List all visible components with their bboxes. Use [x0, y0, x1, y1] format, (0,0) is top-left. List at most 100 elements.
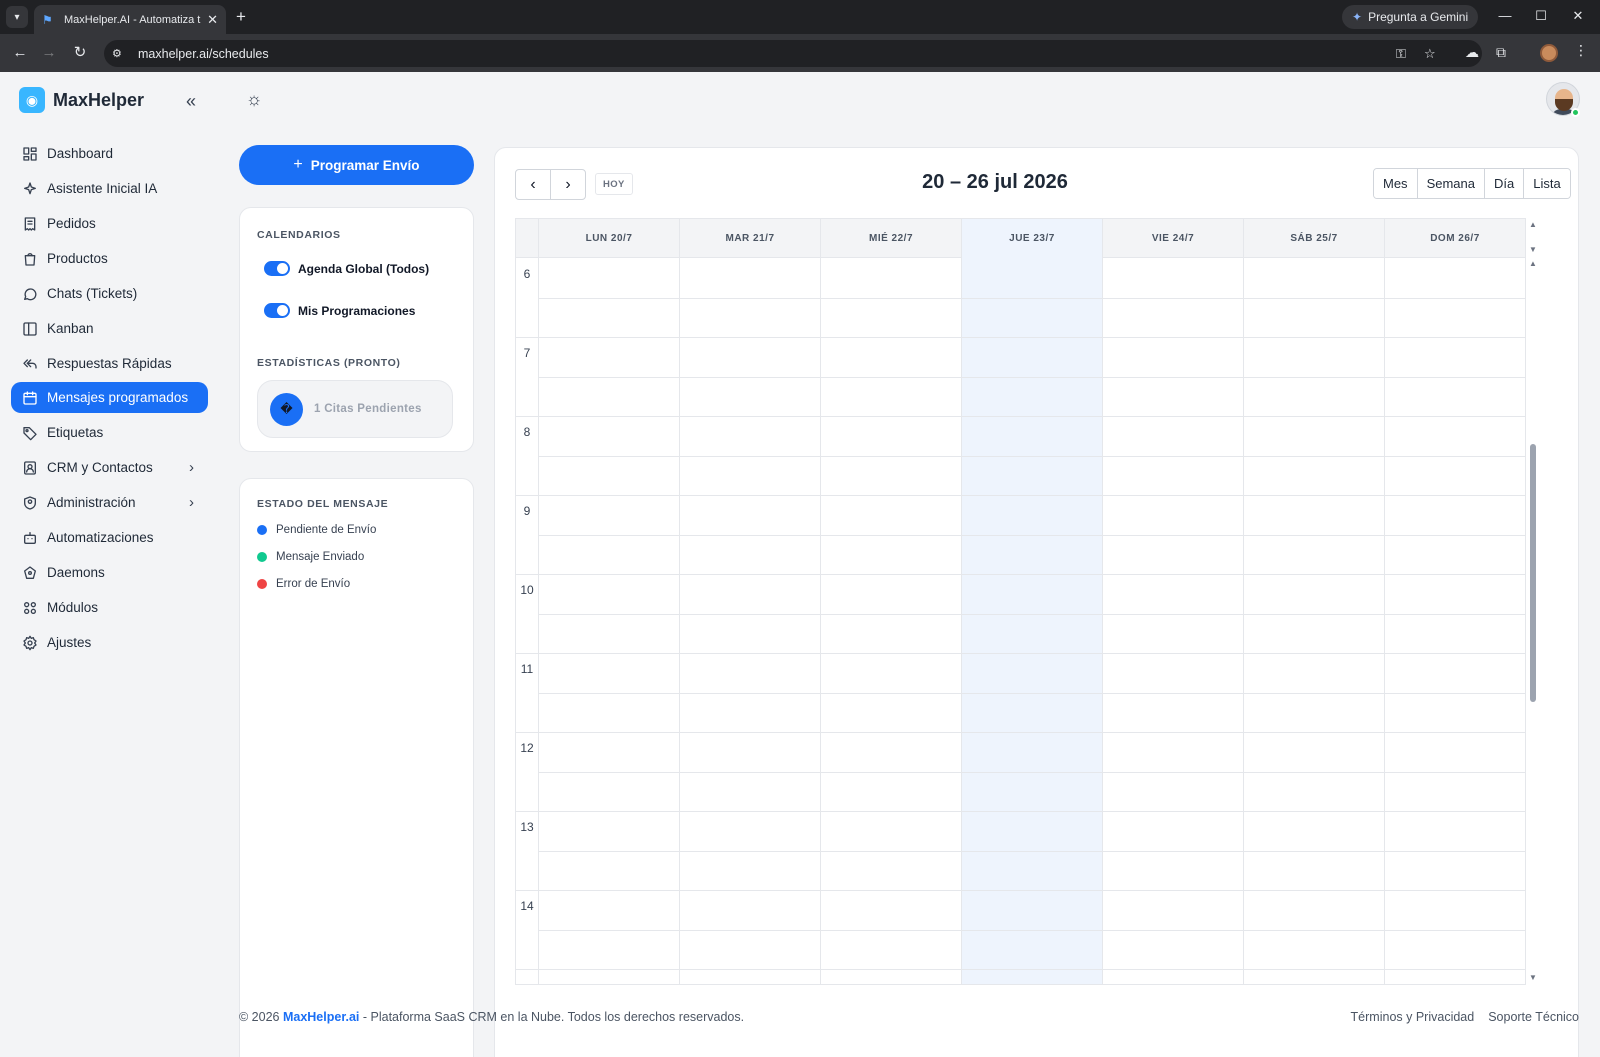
online-status-dot	[1571, 108, 1580, 117]
collapse-sidebar-icon[interactable]: «	[186, 91, 196, 112]
footer: © 2026 MaxHelper.ai - Plataforma SaaS CR…	[239, 1010, 1579, 1030]
stat-placeholder-icon: �	[270, 392, 303, 426]
plus-icon: +	[293, 156, 303, 173]
cloud-extension-icon[interactable]: ☁	[1465, 44, 1479, 61]
week-time-grid[interactable]: LUN 20/7 MAR 21/7 MIÉ 22/7 JUE 23/7 VIE 24/7…	[515, 218, 1526, 985]
today-button[interactable]: HOY	[595, 173, 633, 195]
day-column-divider	[820, 219, 821, 984]
back-icon[interactable]: ←	[11, 44, 29, 62]
scroll-down-icon[interactable]: ▼	[1529, 973, 1537, 982]
day-column-divider	[961, 219, 962, 984]
browser-tab[interactable]: ⚑ MaxHelper.AI - Automatiza tu ✕	[34, 5, 226, 34]
day-header[interactable]: JUE 23/7	[961, 219, 1102, 258]
sidebar-item-respuestas[interactable]: Respuestas Rápidas	[11, 348, 208, 379]
view-list-button[interactable]: Lista	[1523, 169, 1570, 198]
view-day-button[interactable]: Día	[1483, 169, 1524, 198]
status-legend-label: Mensaje Enviado	[276, 551, 365, 563]
day-header[interactable]: MIÉ 22/7	[820, 219, 961, 258]
calendar-toggle-global[interactable]: Agenda Global (Todos)	[264, 261, 429, 276]
scroll-up-icon[interactable]: ▲	[1529, 259, 1537, 268]
browser-profile-avatar[interactable]	[1540, 44, 1558, 62]
hour-label: 14	[520, 899, 534, 913]
hour-line	[516, 890, 1525, 891]
sidebar-item-chats[interactable]: Chats (Tickets)	[11, 278, 208, 309]
sidebar-item-crm[interactable]: CRM y Contactos ›	[11, 452, 208, 483]
calendar-toggle-label: Agenda Global (Todos)	[298, 261, 430, 276]
day-header[interactable]: MAR 21/7	[679, 219, 820, 258]
site-info-icon[interactable]: ⚙	[112, 47, 130, 60]
sidebar-item-mensajes-programados[interactable]: Mensajes programados	[11, 382, 208, 413]
calendar-toggle-mine[interactable]: Mis Programaciones	[264, 303, 415, 318]
calendar-prev-button[interactable]: ‹	[515, 169, 551, 200]
view-month-button[interactable]: Mes	[1374, 169, 1417, 198]
sidebar-item-label: Etiquetas	[47, 425, 104, 440]
sidebar-item-kanban[interactable]: Kanban	[11, 313, 208, 344]
chevron-right-icon: ›	[565, 175, 571, 193]
day-header[interactable]: LUN 20/7	[538, 219, 679, 258]
sidebar-item-daemons[interactable]: Daemons	[11, 557, 208, 588]
sidebar-item-etiquetas[interactable]: Etiquetas	[11, 417, 208, 448]
brand[interactable]: ◉ MaxHelper	[19, 87, 144, 113]
bookmark-star-icon[interactable]: ☆	[1424, 46, 1436, 62]
browser-menu-icon[interactable]: ⋮	[1574, 42, 1588, 59]
sidebar-item-asistente[interactable]: Asistente Inicial IA	[11, 173, 208, 204]
minimize-icon[interactable]: —	[1495, 8, 1515, 23]
daemon-icon	[21, 564, 38, 581]
toggle-switch[interactable]	[264, 261, 290, 276]
sidebar-item-modulos[interactable]: Módulos	[11, 592, 208, 623]
sidebar-item-productos[interactable]: Productos	[11, 243, 208, 274]
hour-line	[516, 969, 1525, 970]
status-legend-label: Error de Envío	[276, 578, 351, 590]
gemini-button[interactable]: ✦ Pregunta a Gemini	[1342, 5, 1479, 29]
footer-brand-link[interactable]: MaxHelper.ai	[283, 1010, 359, 1024]
day-header[interactable]: DOM 26/7	[1384, 219, 1525, 258]
program-send-button[interactable]: + Programar Envío	[239, 145, 474, 185]
tab-search-button[interactable]: ▾	[6, 6, 28, 28]
extensions-puzzle-icon[interactable]: ⧉	[1496, 44, 1506, 61]
calendar-icon	[21, 389, 38, 406]
sidebar-item-pedidos[interactable]: Pedidos	[11, 208, 208, 239]
sidebar-item-label: Asistente Inicial IA	[47, 181, 158, 196]
terms-link[interactable]: Términos y Privacidad	[1351, 1010, 1475, 1024]
hour-label: 13	[520, 820, 534, 834]
password-key-icon[interactable]: ⚿	[1396, 46, 1406, 62]
window-close-icon[interactable]: ✕	[1568, 8, 1588, 24]
whatsapp-icon	[21, 285, 38, 302]
day-column-divider	[679, 219, 680, 984]
hour-label: 12	[520, 741, 534, 755]
sun-icon[interactable]: ☼	[244, 89, 264, 109]
sidebar-item-dashboard[interactable]: Dashboard	[11, 138, 208, 169]
address-bar[interactable]: ⚙ maxhelper.ai/schedules	[104, 40, 1482, 67]
day-header[interactable]: SÁB 25/7	[1243, 219, 1384, 258]
view-week-button[interactable]: Semana	[1416, 169, 1484, 198]
scroll-down-icon[interactable]: ▼	[1529, 245, 1537, 254]
sidebar-item-ajustes[interactable]: Ajustes	[11, 627, 208, 658]
forward-icon[interactable]: →	[40, 44, 58, 62]
tag-icon	[21, 424, 38, 441]
maximize-icon[interactable]: ☐	[1531, 8, 1551, 24]
calendar-next-button[interactable]: ›	[550, 169, 586, 200]
half-hour-line	[538, 613, 1525, 615]
calendar-toggle-label: Mis Programaciones	[298, 303, 416, 318]
tab-close-icon[interactable]: ✕	[207, 12, 218, 28]
sidebar-item-label: Respuestas Rápidas	[47, 356, 172, 371]
hour-label: 10	[520, 583, 534, 597]
browser-tab-bar: ▾ ⚑ MaxHelper.AI - Automatiza tu ✕ + ✦ P…	[0, 0, 1600, 34]
half-hour-line	[538, 850, 1525, 852]
toggle-switch[interactable]	[264, 303, 290, 318]
reload-icon[interactable]: ↻	[71, 44, 89, 62]
new-tab-button[interactable]: +	[236, 7, 246, 27]
calendar-scrollbar[interactable]: ▲ ▼ ▲ ▼	[1526, 218, 1540, 985]
support-link[interactable]: Soporte Técnico	[1488, 1010, 1579, 1024]
scroll-thumb[interactable]	[1530, 444, 1536, 702]
sidebar-item-administracion[interactable]: Administración ›	[11, 487, 208, 518]
day-header[interactable]: VIE 24/7	[1102, 219, 1243, 258]
modules-icon	[21, 599, 38, 616]
chevron-right-icon: ›	[189, 494, 194, 511]
half-hour-line	[538, 771, 1525, 773]
sidebar-item-automatizaciones[interactable]: Automatizaciones	[11, 522, 208, 553]
contacts-icon	[21, 459, 38, 476]
scroll-up-icon[interactable]: ▲	[1529, 220, 1537, 229]
calendar-card: ‹ › HOY 20 – 26 jul 2026 Mes Semana Día …	[494, 147, 1579, 1057]
hour-label: 9	[523, 504, 531, 518]
